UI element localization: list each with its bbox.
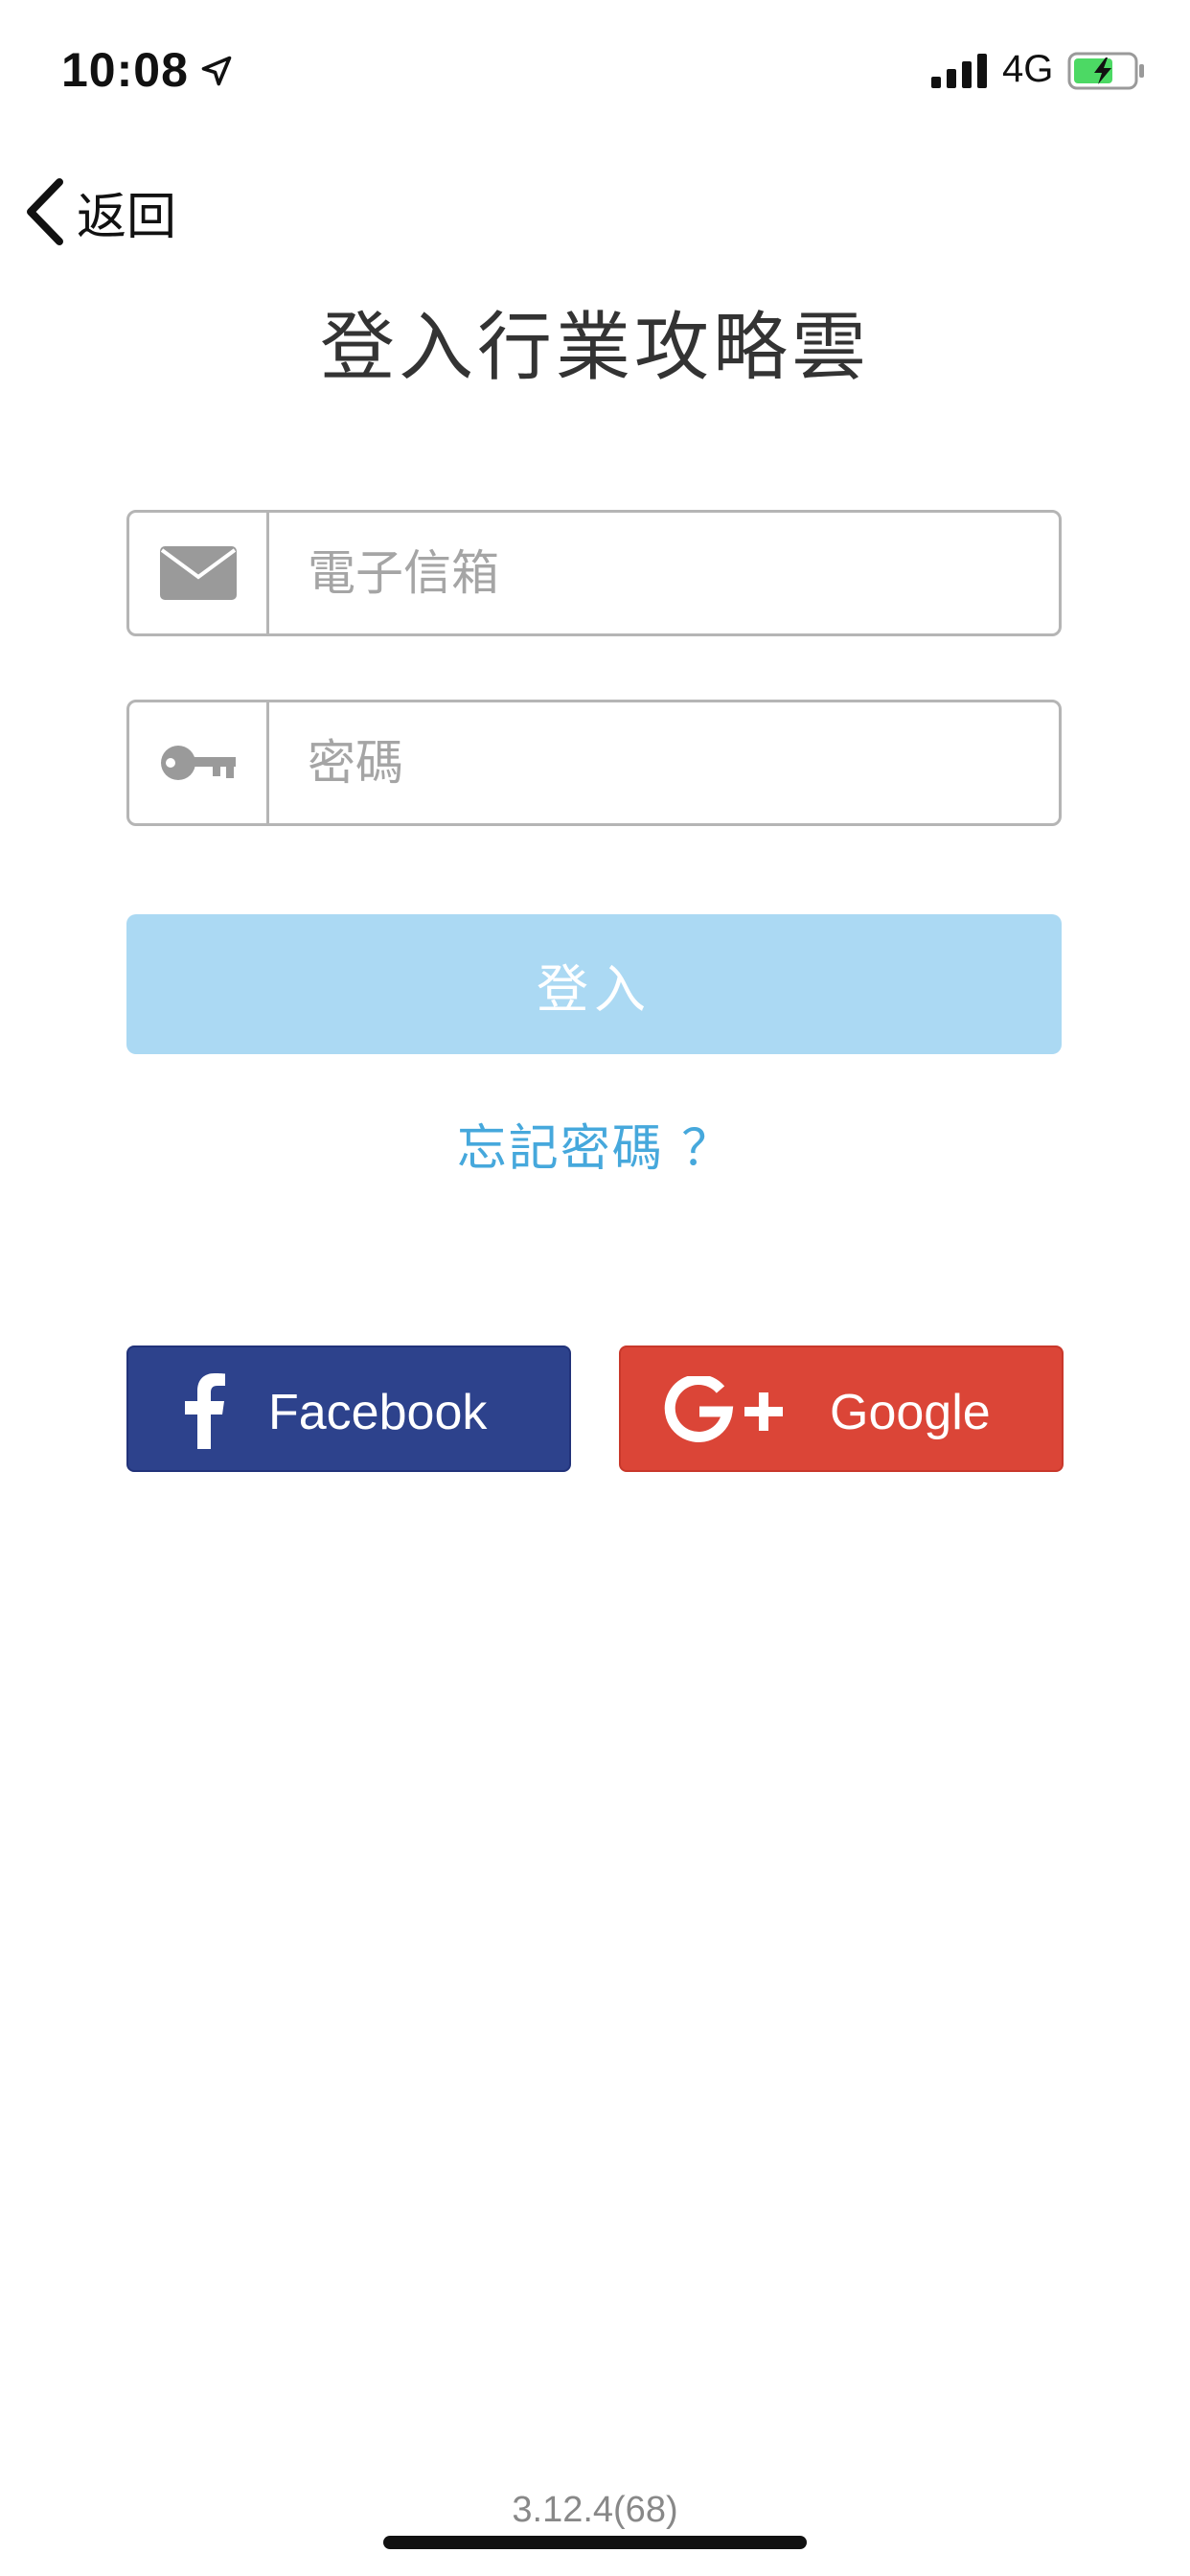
login-screen: 10:08 4G 返回 登入行業攻略雲 電子信箱 登入 忘記密碼 ？ Faceb… — [0, 0, 1190, 2576]
email-icon-cell — [129, 513, 269, 633]
password-icon-cell — [129, 702, 269, 823]
location-arrow-icon — [201, 56, 232, 86]
version-label: 3.12.4(68) — [512, 2490, 678, 2530]
password-input[interactable] — [269, 702, 1059, 823]
facebook-login-button[interactable]: Facebook — [126, 1346, 571, 1472]
envelope-icon — [159, 546, 237, 600]
facebook-label: Facebook — [268, 1385, 488, 1440]
password-input-group — [126, 700, 1062, 826]
forgot-password-link[interactable]: 忘記密碼 ？ — [0, 1108, 1190, 1180]
key-icon — [160, 746, 236, 780]
signal-bars-icon — [931, 54, 987, 88]
email-input-group — [126, 510, 1062, 636]
email-input[interactable] — [269, 513, 1059, 633]
back-label: 返回 — [77, 188, 177, 246]
home-indicator[interactable] — [383, 2536, 807, 2549]
login-button[interactable]: 登入 — [126, 914, 1062, 1054]
google-plus-icon — [664, 1376, 783, 1442]
google-login-button[interactable]: Google — [619, 1346, 1064, 1472]
chevron-left-icon — [27, 178, 63, 245]
google-label: Google — [830, 1385, 991, 1440]
status-bar: 10:08 4G — [0, 0, 1190, 144]
network-type: 4G — [1002, 48, 1054, 90]
back-button[interactable]: 返回 — [23, 169, 176, 255]
facebook-f-icon — [185, 1373, 225, 1449]
status-time: 10:08 — [61, 43, 189, 97]
page-title: 登入行業攻略雲 — [319, 305, 870, 391]
battery-charging-icon — [1067, 52, 1144, 90]
